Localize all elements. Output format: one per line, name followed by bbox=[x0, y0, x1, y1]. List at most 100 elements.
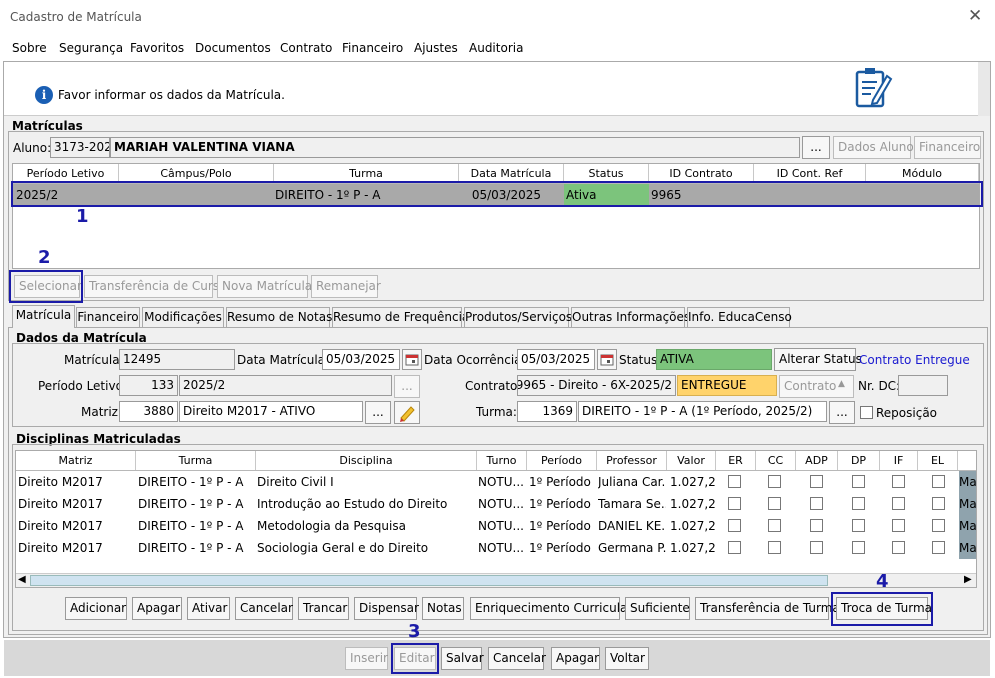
el-checkbox[interactable] bbox=[932, 541, 945, 554]
notas-button[interactable]: Notas bbox=[422, 597, 464, 620]
apagar-button[interactable]: Apagar bbox=[132, 597, 182, 620]
cc-checkbox[interactable] bbox=[768, 497, 781, 510]
dp-checkbox[interactable] bbox=[852, 519, 865, 532]
adp-checkbox[interactable] bbox=[810, 497, 823, 510]
pencil-icon[interactable] bbox=[394, 401, 420, 424]
er-checkbox[interactable] bbox=[728, 519, 741, 532]
data-ocorrencia-field[interactable]: 05/03/2025 bbox=[517, 349, 595, 370]
col-cc[interactable]: CC bbox=[756, 451, 796, 470]
contrato-field[interactable]: Nr.: 9965 - Direito - 6X-2025/2 bbox=[517, 375, 676, 396]
data-matricula-field[interactable]: 05/03/2025 bbox=[322, 349, 400, 370]
matriz-value-field[interactable]: Direito M2017 - ATIVO bbox=[179, 401, 363, 422]
cancelar-button[interactable]: Cancelar bbox=[235, 597, 293, 620]
periodo-code-field[interactable]: 133 bbox=[119, 375, 178, 396]
if-checkbox[interactable] bbox=[892, 519, 905, 532]
nr-dc-field[interactable] bbox=[898, 375, 948, 396]
if-checkbox[interactable] bbox=[892, 497, 905, 510]
reposicao-checkbox[interactable] bbox=[860, 406, 873, 419]
menu-financeiro[interactable]: Financeiro bbox=[342, 41, 403, 55]
menu-favoritos[interactable]: Favoritos bbox=[130, 41, 184, 55]
menu-ajustes[interactable]: Ajustes bbox=[414, 41, 458, 55]
adp-checkbox[interactable] bbox=[810, 541, 823, 554]
tab-matricula[interactable]: Matrícula bbox=[12, 305, 75, 328]
suficiente-button[interactable]: Suficiente bbox=[625, 597, 690, 620]
er-checkbox[interactable] bbox=[728, 497, 741, 510]
ativar-button[interactable]: Ativar bbox=[187, 597, 230, 620]
alterar-status-button[interactable]: Alterar Status bbox=[774, 348, 862, 371]
dispensar-button[interactable]: Dispensar bbox=[354, 597, 419, 620]
enriquecimento-curricular-button[interactable]: Enriquecimento Curricular bbox=[470, 597, 632, 620]
col-matriz[interactable]: Matriz bbox=[16, 451, 136, 470]
col-adp[interactable]: ADP bbox=[796, 451, 838, 470]
tab-modificacoes[interactable]: Modificações bbox=[142, 307, 224, 327]
periodo-value-field[interactable]: 2025/2 bbox=[179, 375, 392, 396]
el-checkbox[interactable] bbox=[932, 475, 945, 488]
menu-seguranca[interactable]: Segurança bbox=[59, 41, 123, 55]
er-checkbox[interactable] bbox=[728, 541, 741, 554]
matriz-lookup-button[interactable]: ... bbox=[365, 401, 391, 424]
col-turno[interactable]: Turno bbox=[477, 451, 527, 470]
col-dp[interactable]: DP bbox=[838, 451, 880, 470]
remanejar-button[interactable]: Remanejar bbox=[311, 275, 381, 298]
adp-checkbox[interactable] bbox=[810, 519, 823, 532]
tab-financeiro[interactable]: Financeiro bbox=[76, 307, 140, 327]
col-er[interactable]: ER bbox=[716, 451, 756, 470]
calendar-icon[interactable] bbox=[597, 349, 617, 370]
menu-contrato[interactable]: Contrato bbox=[280, 41, 332, 55]
menu-sobre[interactable]: Sobre bbox=[12, 41, 47, 55]
col-disciplina[interactable]: Disciplina bbox=[256, 451, 477, 470]
matricula-field[interactable]: 12495 bbox=[119, 349, 235, 370]
inserir-button[interactable]: Inserir bbox=[345, 647, 388, 670]
er-checkbox[interactable] bbox=[728, 475, 741, 488]
close-icon[interactable]: ✕ bbox=[968, 6, 982, 26]
contrato-status-field[interactable]: ENTREGUE bbox=[677, 375, 777, 396]
nova-matricula-button[interactable]: Nova Matrícula bbox=[217, 275, 312, 298]
cc-checkbox[interactable] bbox=[768, 475, 781, 488]
table-row[interactable]: Direito M2017 DIREITO - 1º P - A Sociolo… bbox=[16, 537, 976, 559]
tab-produtos-servicos[interactable]: Produtos/Serviços bbox=[464, 307, 572, 327]
aluno-name-field[interactable]: MARIAH VALENTINA VIANA bbox=[110, 137, 800, 158]
dados-aluno-button[interactable]: Dados Aluno bbox=[833, 136, 914, 159]
col-el[interactable]: EL bbox=[918, 451, 958, 470]
trancar-button[interactable]: Trancar bbox=[298, 597, 349, 620]
tab-resumo-frequencia[interactable]: Resumo de Frequência bbox=[332, 307, 469, 327]
transferencia-curso-button[interactable]: Transferência de Curso bbox=[84, 275, 226, 298]
dp-checkbox[interactable] bbox=[852, 497, 865, 510]
if-checkbox[interactable] bbox=[892, 475, 905, 488]
dp-checkbox[interactable] bbox=[852, 541, 865, 554]
table-row[interactable]: Direito M2017 DIREITO - 1º P - A Metodol… bbox=[16, 515, 976, 537]
col-professor[interactable]: Professor bbox=[597, 451, 667, 470]
contrato-entregue-link[interactable]: Contrato Entregue bbox=[859, 353, 970, 367]
matriz-code-field[interactable]: 3880 bbox=[119, 401, 178, 422]
cancelar-button-bottom[interactable]: Cancelar bbox=[488, 647, 546, 670]
tab-info-educacenso[interactable]: Info. EducaCenso bbox=[687, 307, 792, 327]
turma-code-field[interactable]: 1369 bbox=[517, 401, 577, 422]
adicionar-button[interactable]: Adicionar bbox=[65, 597, 127, 620]
col-valor[interactable]: Valor bbox=[667, 451, 716, 470]
if-checkbox[interactable] bbox=[892, 541, 905, 554]
apagar-button-bottom[interactable]: Apagar bbox=[551, 647, 600, 670]
calendar-icon[interactable] bbox=[402, 349, 422, 370]
voltar-button[interactable]: Voltar bbox=[605, 647, 649, 670]
status-field[interactable]: ATIVA bbox=[656, 349, 772, 370]
financeiro-button[interactable]: Financeiro bbox=[914, 136, 981, 159]
turma-value-field[interactable]: DIREITO - 1º P - A (1º Período, 2025/2) bbox=[578, 401, 827, 422]
el-checkbox[interactable] bbox=[932, 497, 945, 510]
horizontal-scrollbar[interactable]: ◀ ▶ bbox=[16, 573, 976, 587]
right-scrollbar[interactable] bbox=[978, 62, 990, 116]
el-checkbox[interactable] bbox=[932, 519, 945, 532]
transferencia-turma-button[interactable]: Transferência de Turma bbox=[695, 597, 840, 620]
scroll-left-icon[interactable]: ◀ bbox=[18, 574, 26, 585]
aluno-code-field[interactable]: 3173-2024 bbox=[50, 137, 110, 158]
turma-lookup-button[interactable]: ... bbox=[829, 401, 855, 424]
table-row[interactable]: Direito M2017 DIREITO - 1º P - A Direito… bbox=[16, 471, 976, 493]
menu-documentos[interactable]: Documentos bbox=[195, 41, 271, 55]
dp-checkbox[interactable] bbox=[852, 475, 865, 488]
col-periodo[interactable]: Período bbox=[527, 451, 597, 470]
menu-auditoria[interactable]: Auditoria bbox=[469, 41, 523, 55]
tab-resumo-notas[interactable]: Resumo de Notas bbox=[226, 307, 332, 327]
col-if[interactable]: IF bbox=[880, 451, 918, 470]
salvar-button[interactable]: Salvar bbox=[441, 647, 484, 670]
cc-checkbox[interactable] bbox=[768, 519, 781, 532]
col-turma[interactable]: Turma bbox=[136, 451, 256, 470]
